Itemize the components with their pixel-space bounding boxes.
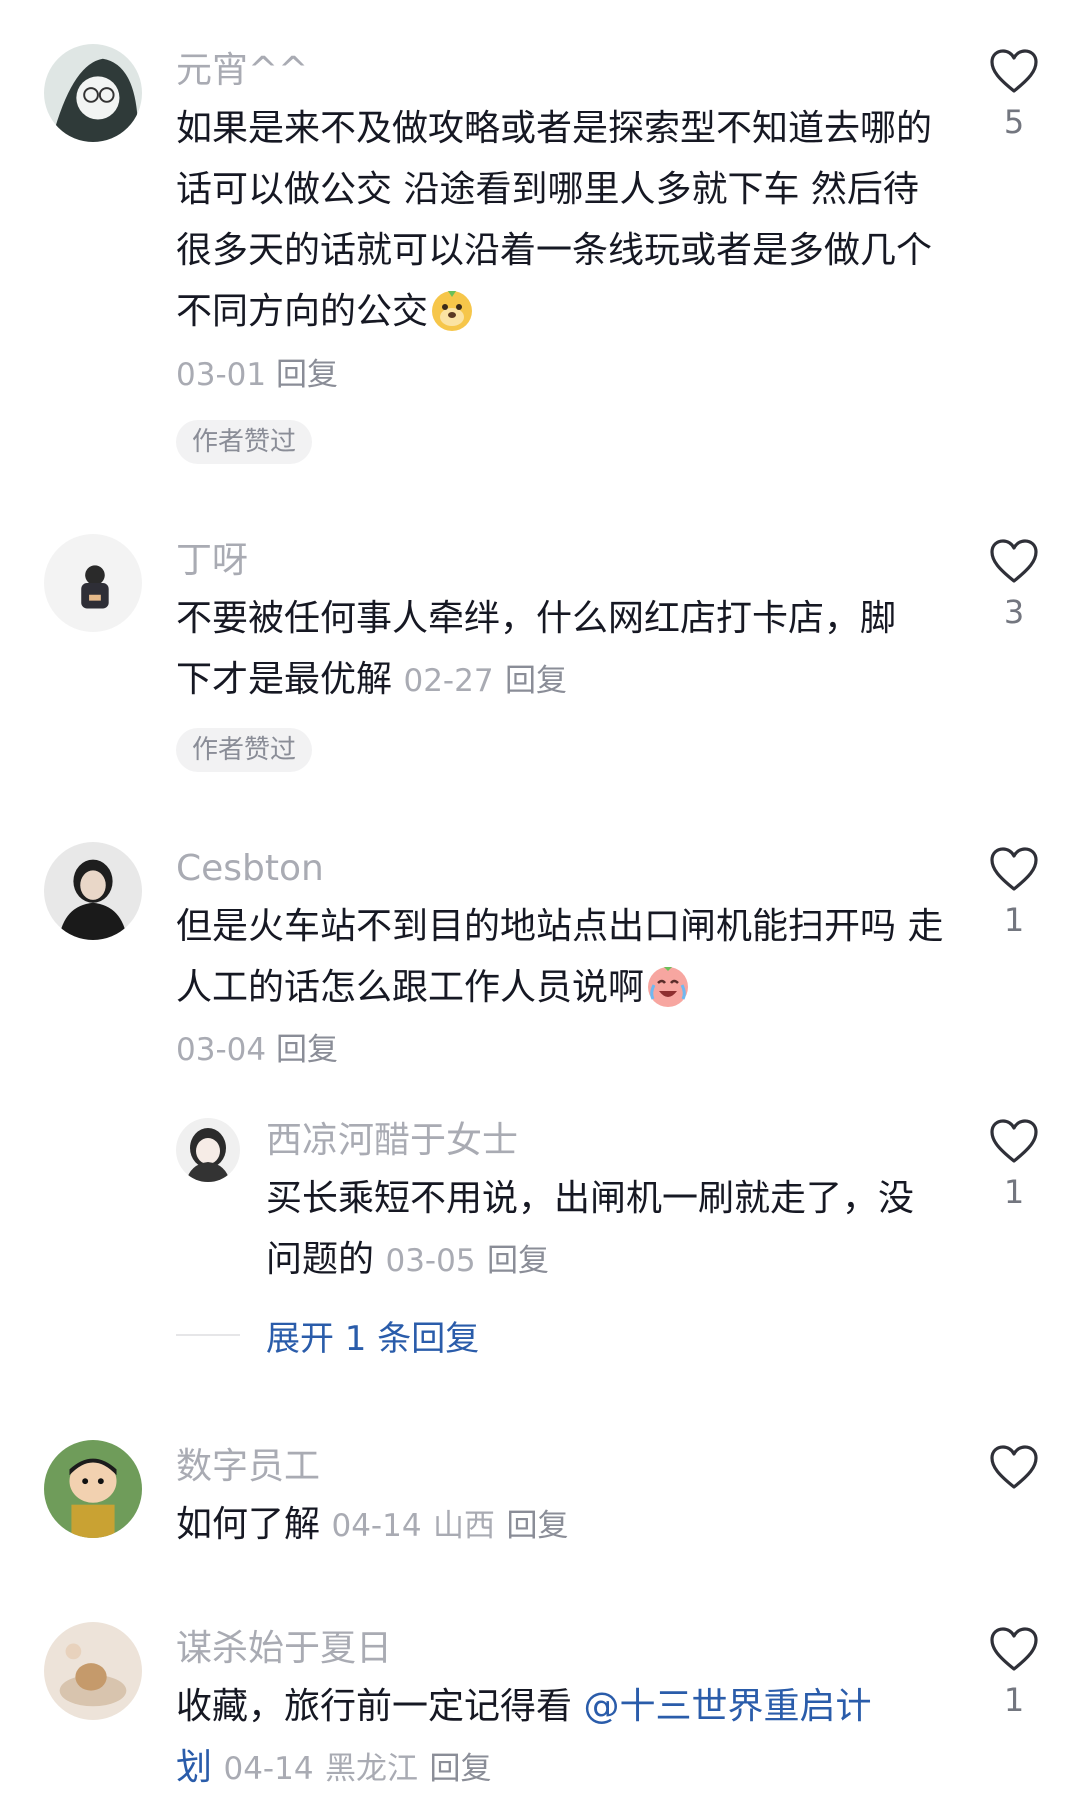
comment-username[interactable]: 元宵^^ <box>176 48 308 94</box>
reply-button[interactable]: 回复 <box>276 357 338 393</box>
heart-icon <box>990 49 1038 93</box>
divider <box>176 1334 240 1336</box>
heart-icon <box>990 1627 1038 1671</box>
cry-laugh-emoji-icon <box>644 961 692 1009</box>
like-button[interactable]: 1 <box>984 1118 1044 1210</box>
heart-icon <box>990 847 1038 891</box>
like-button[interactable]: 1 <box>984 1626 1044 1718</box>
comment-date: 04-14 <box>223 1751 314 1787</box>
comment-date: 03-01 <box>176 357 267 393</box>
comment-text: 不要被任何事人牵绊，什么网红店打卡店，脚下才是最优解 02-27 回复 <box>176 598 897 700</box>
like-count: 1 <box>1003 901 1025 939</box>
like-button[interactable] <box>984 1444 1044 1490</box>
avatar[interactable] <box>44 44 142 142</box>
like-count: 1 <box>1003 1173 1025 1211</box>
like-count: 3 <box>1003 593 1025 631</box>
comment-meta: 03-01 回复 <box>176 355 338 395</box>
like-count: 1 <box>1003 1681 1025 1719</box>
comment-username[interactable]: 谋杀始于夏日 <box>176 1626 392 1672</box>
comment-text: 如何了解 04-14 山西 回复 <box>176 1504 569 1545</box>
reply-button[interactable]: 回复 <box>506 1508 568 1544</box>
comment-date: 02-27 <box>403 663 494 699</box>
comment-location: 山西 <box>433 1508 496 1544</box>
avatar[interactable] <box>44 1440 142 1538</box>
reply-button[interactable]: 回复 <box>429 1751 491 1787</box>
reply-date: 03-05 <box>385 1243 476 1279</box>
comment-username[interactable]: 丁呀 <box>176 538 248 584</box>
expand-replies-label: 展开 1 条回复 <box>266 1318 480 1359</box>
doge-emoji-icon <box>428 285 476 333</box>
heart-icon <box>990 1445 1038 1489</box>
reply-button[interactable]: 回复 <box>505 663 567 699</box>
reply-button[interactable]: 回复 <box>276 1032 338 1068</box>
comment-date: 03-04 <box>176 1032 267 1068</box>
like-button[interactable]: 3 <box>984 538 1044 630</box>
comment-text: 但是火车站不到目的地站点出口闸机能扫开吗 走人工的话怎么跟工作人员说啊 <box>176 906 944 1009</box>
avatar[interactable] <box>44 842 142 940</box>
reply-username[interactable]: 西凉河醋于女士 <box>266 1118 518 1164</box>
author-liked-badge: 作者赞过 <box>176 728 313 772</box>
author-liked-badge: 作者赞过 <box>176 420 313 464</box>
heart-icon <box>990 1119 1038 1163</box>
comment-text: 如果是来不及做攻略或者是探索型不知道去哪的话可以做公交 沿途看到哪里人多就下车 … <box>176 108 933 333</box>
comment-date: 04-14 <box>331 1508 422 1544</box>
avatar[interactable] <box>44 1622 142 1720</box>
like-count: 5 <box>1003 103 1025 141</box>
reply-text: 买长乘短不用说，出闸机一刷就走了，没问题的 03-05 回复 <box>266 1178 915 1280</box>
comment-username[interactable]: Cesbton <box>176 846 324 892</box>
comment-text: 收藏，旅行前一定记得看 @十三世界重启计划 04-14 黑龙江 回复 <box>176 1686 872 1788</box>
like-button[interactable]: 5 <box>984 48 1044 140</box>
comment-meta: 03-04 回复 <box>176 1030 338 1070</box>
comment-location: 黑龙江 <box>325 1751 419 1787</box>
heart-icon <box>990 539 1038 583</box>
reply-button[interactable]: 回复 <box>487 1243 549 1279</box>
expand-replies-button[interactable]: 展开 1 条回复 <box>176 1305 479 1365</box>
avatar[interactable] <box>44 534 142 632</box>
avatar[interactable] <box>176 1118 240 1182</box>
like-button[interactable]: 1 <box>984 846 1044 938</box>
comment-username[interactable]: 数字员工 <box>176 1444 320 1490</box>
